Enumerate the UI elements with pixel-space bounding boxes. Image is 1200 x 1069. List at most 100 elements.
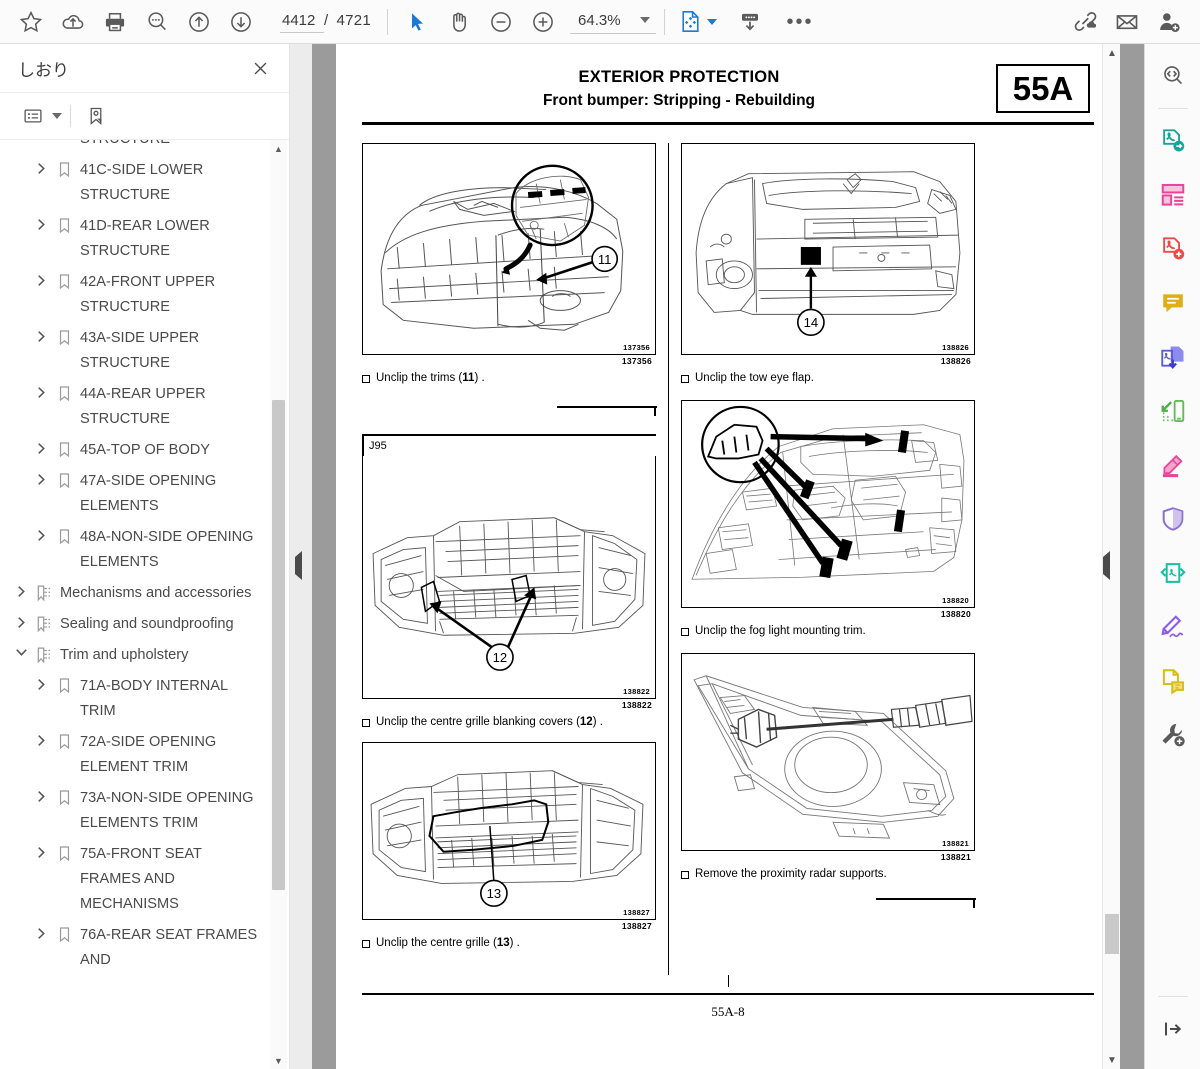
- footer-page-number: 55A-8: [711, 1004, 745, 1019]
- scroll-up-arrow-icon[interactable]: ▲: [270, 140, 287, 157]
- create-pdf-icon[interactable]: [1151, 227, 1195, 271]
- left-column: 11 137356 137356 Unclip the trims (11) .: [362, 143, 657, 975]
- bookmarks-scrollbar-thumb[interactable]: [272, 400, 285, 890]
- bookmarks-panel-title: しおり: [18, 60, 69, 80]
- chevron-right-icon[interactable]: [30, 382, 52, 399]
- bookmark-item[interactable]: 72A-SIDE OPENING ELEMENT TRIM: [0, 727, 267, 783]
- bookmark-item[interactable]: 71A-BODY INTERNAL TRIM: [0, 671, 267, 727]
- close-icon[interactable]: [247, 55, 273, 81]
- bookmark-item[interactable]: 45A-TOP OF BODY: [0, 435, 267, 466]
- bookmark-item[interactable]: 47A-SIDE OPENING ELEMENTS: [0, 466, 267, 522]
- bookmark-item[interactable]: 48A-NON-SIDE OPENING ELEMENTS: [0, 522, 267, 578]
- fill-sign-icon[interactable]: [1151, 605, 1195, 649]
- zoom-level-select[interactable]: 64.3%: [570, 10, 657, 34]
- bookmarks-panel-header: しおり: [0, 44, 289, 92]
- figure-id-138827: 138827: [621, 921, 652, 931]
- page-number-input[interactable]: [280, 10, 324, 33]
- bookmark-icon: [52, 674, 76, 694]
- highlight-icon[interactable]: [1151, 443, 1195, 487]
- chevron-right-icon[interactable]: [30, 158, 52, 175]
- chevron-right-icon[interactable]: [10, 581, 32, 598]
- triangle-left-icon[interactable]: [295, 550, 302, 580]
- doc-scroll-up-icon[interactable]: ▲: [1103, 44, 1120, 62]
- bookmark-item[interactable]: 75A-FRONT SEAT FRAMES AND MECHANISMS: [0, 839, 267, 920]
- chevron-right-icon[interactable]: [30, 438, 52, 455]
- bookmark-item[interactable]: STRUCTURE: [0, 140, 267, 155]
- tools-icon[interactable]: [1151, 713, 1195, 757]
- chevron-right-icon[interactable]: [30, 730, 52, 747]
- chevron-right-icon[interactable]: [10, 612, 32, 629]
- bookmark-item[interactable]: 41C-SIDE LOWER STRUCTURE: [0, 155, 267, 211]
- page-down-icon[interactable]: [220, 2, 262, 42]
- chevron-right-icon[interactable]: [30, 326, 52, 343]
- fit-page-chevron-icon[interactable]: [707, 18, 718, 25]
- checkbox-bullet-icon: [681, 628, 689, 636]
- export-pdf-icon[interactable]: [1151, 335, 1195, 379]
- print-icon[interactable]: [94, 2, 136, 42]
- convert-pdf-icon[interactable]: [1151, 119, 1195, 163]
- figure-138826: 14 138826: [681, 143, 975, 355]
- bookmark-item[interactable]: 42A-FRONT UPPER STRUCTURE: [0, 267, 267, 323]
- document-scrollbar-thumb[interactable]: [1105, 914, 1119, 954]
- scroll-down-arrow-icon[interactable]: ▼: [270, 1052, 287, 1069]
- email-icon[interactable]: [1106, 2, 1148, 42]
- add-user-icon[interactable]: [1148, 2, 1190, 42]
- triangle-left-icon-right[interactable]: [1103, 550, 1110, 580]
- bookmark-item[interactable]: 76A-REAR SEAT FRAMES AND: [0, 920, 267, 976]
- stamp-icon[interactable]: [1151, 659, 1195, 703]
- bookmark-item[interactable]: Sealing and soundproofing: [0, 609, 267, 640]
- cloud-upload-icon[interactable]: [52, 2, 94, 42]
- bookmark-item[interactable]: Mechanisms and accessories: [0, 578, 267, 609]
- zoom-in-button[interactable]: [522, 2, 564, 42]
- chevron-right-icon[interactable]: [30, 786, 52, 803]
- collapse-panel-icon[interactable]: [1151, 1007, 1195, 1051]
- bookmark-item[interactable]: 41D-REAR LOWER STRUCTURE: [0, 211, 267, 267]
- chevron-right-icon[interactable]: [30, 842, 52, 859]
- bookmark-options-icon[interactable]: [14, 99, 52, 133]
- bookmark-item[interactable]: 43A-SIDE UPPER STRUCTURE: [0, 323, 267, 379]
- organize-pages-icon[interactable]: [1151, 173, 1195, 217]
- chevron-right-icon[interactable]: [30, 214, 52, 231]
- caption-text: Unclip the centre grille blanking covers…: [376, 716, 603, 728]
- bookmark-options-chevron-icon[interactable]: [52, 113, 62, 119]
- chevron-right-icon[interactable]: [30, 674, 52, 691]
- search-icon[interactable]: [136, 2, 178, 42]
- variant-tag-label: J95: [369, 440, 387, 452]
- mobile-link-icon[interactable]: [1151, 389, 1195, 433]
- chevron-right-icon[interactable]: [30, 469, 52, 486]
- bookmark-item[interactable]: Trim and upholstery: [0, 640, 267, 671]
- right-column: 14 138826 138826 Unclip the tow eye flap…: [681, 143, 976, 975]
- bookmark-item[interactable]: 73A-NON-SIDE OPENING ELEMENTS TRIM: [0, 783, 267, 839]
- find-icon[interactable]: [1151, 54, 1195, 98]
- pan-tool-icon[interactable]: [438, 2, 480, 42]
- protect-icon[interactable]: [1151, 497, 1195, 541]
- bookmark-item[interactable]: 44A-REAR UPPER STRUCTURE: [0, 379, 267, 435]
- bookmark-icon: [52, 469, 76, 489]
- chevron-down-icon[interactable]: [10, 643, 32, 658]
- favorite-icon[interactable]: [10, 2, 52, 42]
- snapshot-icon[interactable]: [729, 2, 771, 42]
- figure-id-138821: 138821: [940, 852, 971, 862]
- bookmark-icon: [52, 270, 76, 290]
- fit-page-icon[interactable]: [673, 2, 707, 42]
- document-header: EXTERIOR PROTECTION Front bumper: Stripp…: [362, 58, 1094, 113]
- bookmarks-tree[interactable]: STRUCTURE 41C-SIDE LOWER STRUCTURE 41D-REA…: [0, 140, 289, 1069]
- document-subtitle: Front bumper: Stripping - Rebuilding: [542, 92, 816, 109]
- doc-scroll-down-icon[interactable]: ▼: [1103, 1051, 1120, 1069]
- chevron-right-icon[interactable]: [30, 270, 52, 287]
- zoom-out-button[interactable]: [480, 2, 522, 42]
- checkbox-bullet-icon: [681, 375, 689, 383]
- more-tools-button[interactable]: •••: [779, 2, 821, 42]
- comment-icon[interactable]: [1151, 281, 1195, 325]
- compress-pdf-icon[interactable]: [1151, 551, 1195, 595]
- chevron-right-icon[interactable]: [30, 525, 52, 542]
- bookmarks-scrollbar[interactable]: ▲ ▼: [270, 140, 287, 1069]
- bookmark-item-label: 48A-NON-SIDE OPENING ELEMENTS: [80, 529, 254, 570]
- link-cloud-icon[interactable]: [1064, 2, 1106, 42]
- chevron-right-icon[interactable]: [30, 923, 52, 940]
- new-bookmark-icon[interactable]: [77, 99, 115, 133]
- select-tool-icon[interactable]: [396, 2, 438, 42]
- bookmark-item-label: 73A-NON-SIDE OPENING ELEMENTS TRIM: [80, 790, 254, 831]
- page-up-icon[interactable]: [178, 2, 220, 42]
- bookmark-folder-icon: [32, 643, 56, 664]
